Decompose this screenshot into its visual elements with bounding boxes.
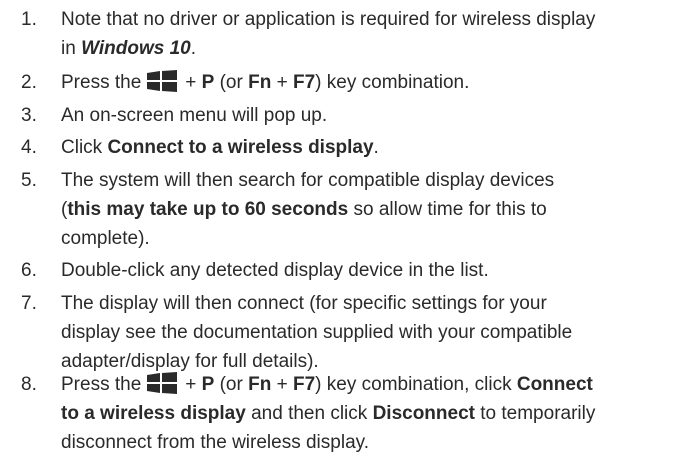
text-run: + xyxy=(185,374,202,395)
text-run: and then click xyxy=(245,403,373,424)
list-item-number: 6. xyxy=(21,260,37,281)
instruction-list: 1. Note that no driver or application is… xyxy=(0,0,685,453)
list-item-text: Click Connect to a wireless display. xyxy=(61,133,681,162)
text-line: display see the documentation supplied w… xyxy=(61,322,573,343)
text-run: so allow time for this to xyxy=(348,199,547,220)
text-run: Press the xyxy=(61,374,142,395)
text-line: The display will then connect (for speci… xyxy=(61,293,547,314)
os-name: Windows 10 xyxy=(81,38,191,59)
text-line: An on-screen menu will pop up. xyxy=(61,105,328,126)
wireless-display-label: to a wireless display xyxy=(61,403,246,424)
list-item-text: An on-screen menu will pop up. xyxy=(61,101,681,130)
text-line: Note that no driver or application is re… xyxy=(61,5,681,34)
text-run: ) key combination, click xyxy=(315,374,517,395)
text-run: (or xyxy=(214,374,249,395)
list-item-text: Double-click any detected display device… xyxy=(61,256,681,285)
list-item-number: 8. xyxy=(21,374,37,395)
text-run: + xyxy=(271,374,293,395)
list-item-number: 7. xyxy=(21,293,37,314)
text-line: to a wireless display and then click Dis… xyxy=(61,399,681,428)
text-run: Press the xyxy=(61,72,142,93)
text-line: Press the + P (or Fn + F7) key combinati… xyxy=(61,68,681,97)
text-line: Double-click any detected display device… xyxy=(61,260,489,281)
connect-wireless-display-label: Connect to a wireless display xyxy=(107,137,374,158)
list-item-text: Press the + P (or Fn + F7) key combinati… xyxy=(61,370,681,457)
text-run: + xyxy=(185,72,202,93)
list-item-text: The system will then search for compatib… xyxy=(61,166,681,253)
key-fn: Fn xyxy=(248,72,272,93)
text-run: . xyxy=(190,38,196,59)
key-f7: F7 xyxy=(292,374,316,395)
key-f7: F7 xyxy=(292,72,316,93)
windows-key-icon xyxy=(147,372,178,394)
text-run: in xyxy=(61,38,82,59)
text-run: ) key combination. xyxy=(315,72,470,93)
text-run: Note that no driver or application is re… xyxy=(61,9,596,30)
key-p: P xyxy=(201,72,215,93)
key-fn: Fn xyxy=(248,374,272,395)
disconnect-label: Disconnect xyxy=(372,403,475,424)
text-line: in Windows 10. xyxy=(61,34,681,63)
text-line: disconnect from the wireless display. xyxy=(61,432,369,453)
list-item-number: 1. xyxy=(21,9,37,30)
key-p: P xyxy=(201,374,215,395)
connect-label: Connect xyxy=(516,374,593,395)
list-item-number: 2. xyxy=(21,72,37,93)
text-line: complete). xyxy=(61,228,150,249)
text-line: Press the + P (or Fn + F7) key combinati… xyxy=(61,370,681,399)
list-item-text: Press the + P (or Fn + F7) key combinati… xyxy=(61,68,681,97)
text-run: to temporarily xyxy=(474,403,596,424)
text-run: . xyxy=(373,137,379,158)
wait-time-note: this may take up to 60 seconds xyxy=(67,199,349,220)
list-item-text: Note that no driver or application is re… xyxy=(61,5,681,63)
text-line: Click Connect to a wireless display. xyxy=(61,133,681,162)
windows-key-icon xyxy=(147,70,178,92)
list-item-text: The display will then connect (for speci… xyxy=(61,289,681,376)
text-run: (or xyxy=(214,72,249,93)
text-line: The system will then search for compatib… xyxy=(61,170,555,191)
text-run: Click xyxy=(61,137,108,158)
text-line: (this may take up to 60 seconds so allow… xyxy=(61,195,681,224)
list-item-number: 5. xyxy=(21,170,37,191)
text-run: + xyxy=(271,72,293,93)
list-item-number: 3. xyxy=(21,105,37,126)
list-item-number: 4. xyxy=(21,137,37,158)
